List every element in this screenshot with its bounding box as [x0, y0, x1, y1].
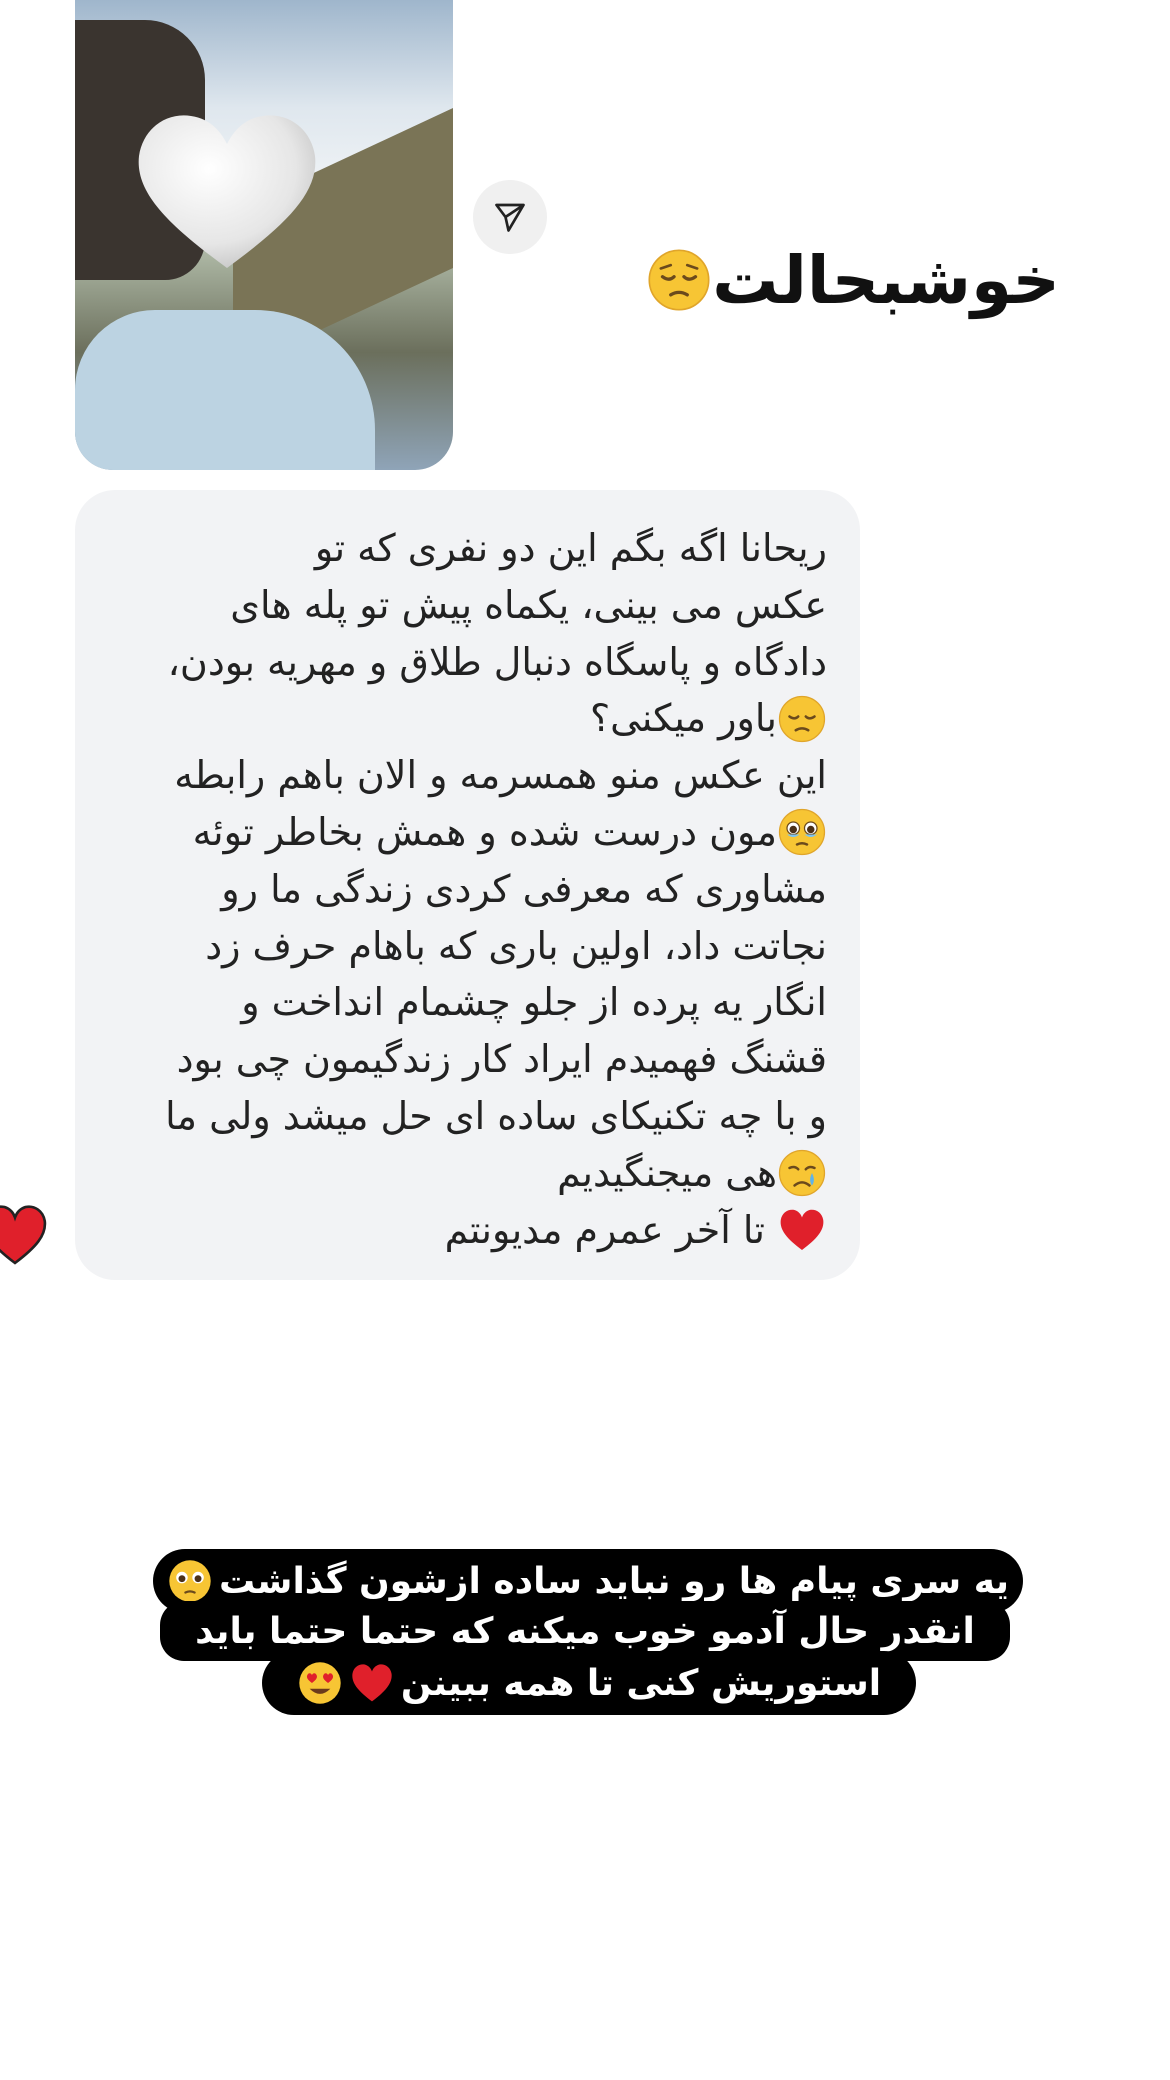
- pensive-face-icon: [648, 249, 710, 311]
- message-line: مون درست شده و همش بخاطر توئه: [107, 804, 827, 861]
- message-line-text: مشاوری که معرفی کردی زندگی ما رو: [221, 866, 827, 911]
- teary-face-icon: [778, 809, 826, 856]
- photo-person-shoulder: [75, 310, 375, 470]
- message-line: دادگاه و پاسگاه دنبال طلاق و مهریه بودن،: [107, 634, 827, 691]
- crying-face-icon: [778, 1150, 826, 1197]
- red-heart-icon: [352, 1664, 392, 1702]
- message-line: باور میکنی؟: [107, 690, 827, 747]
- story-headline: خوشبحالت: [640, 225, 1060, 335]
- message-line-text: هی میجنگیدیم: [557, 1150, 777, 1195]
- message-bubble[interactable]: ریحانا اگه بگم این دو نفری که تو عکس می …: [75, 490, 860, 1280]
- pensive-face-icon: [778, 695, 826, 742]
- message-line-text: انگار یه پرده از جلو چشمام انداخت و: [241, 980, 827, 1025]
- message-line: مشاوری که معرفی کردی زندگی ما رو: [107, 861, 827, 918]
- message-line: انگار یه پرده از جلو چشمام انداخت و: [107, 974, 827, 1031]
- story-photo[interactable]: [75, 0, 453, 470]
- message-line: قشنگ فهمیدم ایراد کار زندگیمون چی بود: [107, 1031, 827, 1088]
- message-line-text: این عکس منو همسرمه و الان باهم رابطه: [174, 753, 827, 798]
- teary-face-icon: [169, 1560, 211, 1602]
- message-line-text: نجاتت داد، اولین باری که باهام حرف زد: [205, 923, 827, 968]
- message-line: ریحانا اگه بگم این دو نفری که تو: [107, 520, 827, 577]
- white-heart-icon: [127, 92, 327, 292]
- red-heart-icon: [780, 1209, 824, 1250]
- paper-plane-icon: [495, 203, 525, 232]
- message-line-text: دادگاه و پاسگاه دنبال طلاق و مهریه بودن،: [167, 639, 827, 684]
- caption-line-1-text: یه سری پیام ها رو نباید ساده ازشون گذاشت: [218, 1560, 1010, 1602]
- message-line: هی میجنگیدیم: [107, 1145, 827, 1202]
- send-button[interactable]: [473, 180, 547, 254]
- message-line-text: قشنگ فهمیدم ایراد کار زندگیمون چی بود: [176, 1037, 827, 1082]
- caption-line-3: استوریش کنی تا همه ببینن: [262, 1651, 916, 1715]
- message-text: ریحانا اگه بگم این دو نفری که تو عکس می …: [107, 520, 827, 1258]
- caption-line-3-text: استوریش کنی تا همه ببینن: [400, 1662, 882, 1704]
- caption-line-2-text: انقدر حال آدمو خوب میکنه که حتما حتما با…: [195, 1610, 975, 1652]
- message-line: و با چه تکنیکای ساده ای حل میشد ولی ما: [107, 1088, 827, 1145]
- message-line-text: تا آخر عمرم مدیونتم: [444, 1207, 765, 1252]
- message-reaction[interactable]: [0, 1195, 50, 1275]
- message-line-text: و با چه تکنیکای ساده ای حل میشد ولی ما: [165, 1093, 827, 1138]
- message-line-text: عکس می بینی، یکماه پیش تو پله های: [230, 582, 827, 627]
- message-line-text: ریحانا اگه بگم این دو نفری که تو: [314, 526, 827, 570]
- message-line-text: باور میکنی؟: [589, 696, 777, 741]
- message-line: این عکس منو همسرمه و الان باهم رابطه: [107, 747, 827, 804]
- headline-text: خوشبحالت: [712, 241, 1060, 319]
- red-heart-icon: [0, 1205, 47, 1265]
- message-line: تا آخر عمرم مدیونتم: [107, 1202, 827, 1259]
- message-line-text: مون درست شده و همش بخاطر توئه: [192, 809, 777, 854]
- message-line: عکس می بینی، یکماه پیش تو پله های: [107, 577, 827, 634]
- heart-eyes-face-icon: [299, 1662, 341, 1704]
- message-line: نجاتت داد، اولین باری که باهام حرف زد: [107, 918, 827, 975]
